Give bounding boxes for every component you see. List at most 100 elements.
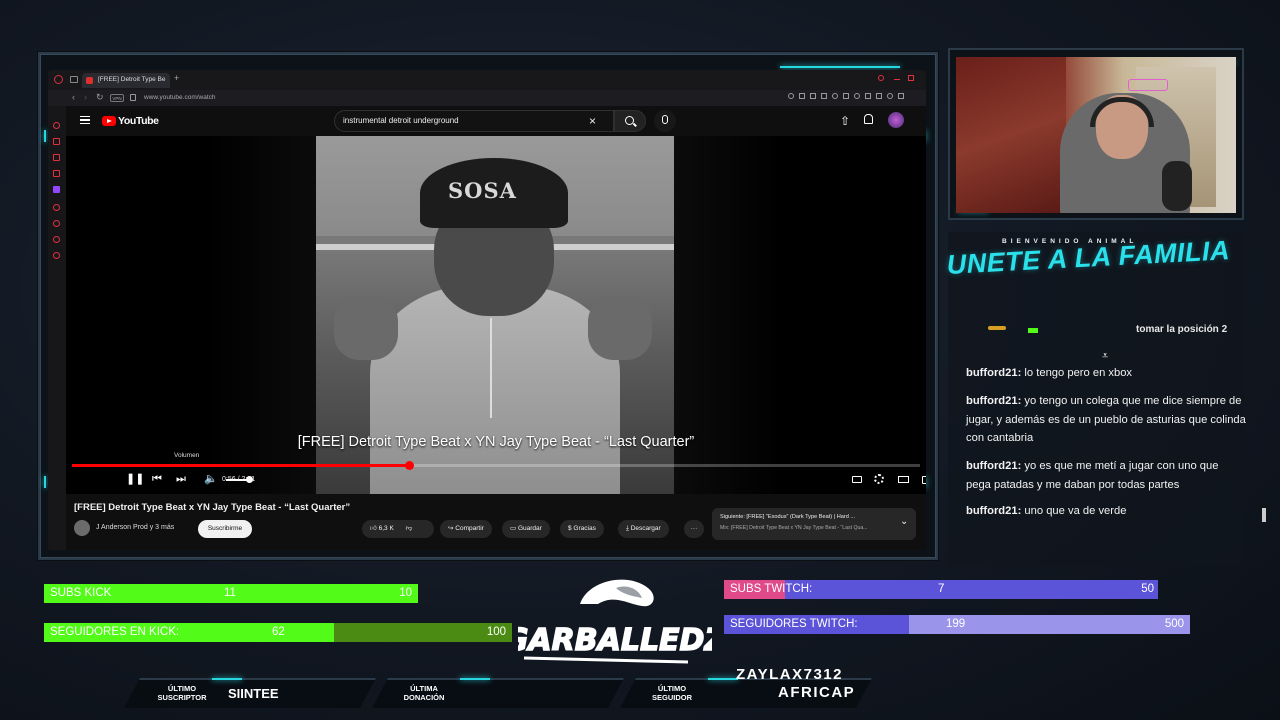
browser-window: [FREE] Detroit Type Be + ‹ › ↻ VPN www.y… [48,70,926,550]
frame-accent [44,130,46,142]
thanks-label: Gracias [573,525,596,532]
back-icon[interactable]: ‹ [72,92,75,102]
maximize-icon[interactable] [908,75,914,81]
sidebar-app-icon[interactable] [53,236,60,243]
settings-icon[interactable] [53,252,60,259]
last-subscriber-value: SIINTEE [228,686,279,701]
pause-icon[interactable]: ❚❚ [126,474,144,485]
sidebar-app-icon[interactable] [53,138,60,145]
chat-scrollbar[interactable] [1262,508,1266,522]
chat-text: uno que va de verde [1024,505,1127,517]
home-icon[interactable] [53,122,60,129]
badge-icon [1028,328,1038,333]
url-field[interactable]: www.youtube.com/watch [144,94,216,101]
extension-icon[interactable] [821,93,827,99]
subs-twitch-label: SUBS TWITCH: [730,583,813,595]
zoom-icon[interactable] [788,93,794,99]
shield-icon[interactable] [810,93,816,99]
dislike-icon[interactable]: 👎︎ [406,525,413,532]
subs-twitch-goal: 50 [1141,583,1154,595]
save-label: Guardar [517,525,542,532]
followers-kick-goal: 100 [486,626,506,638]
new-tab-icon[interactable]: + [174,73,179,83]
ai-icon[interactable] [887,93,893,99]
volume-icon[interactable]: 🔈 [204,474,218,485]
forward-icon[interactable]: › [84,92,87,102]
channel-name[interactable]: J Anderson Prod y 3 más [96,524,174,531]
play-icon[interactable] [843,93,849,99]
search-button[interactable] [614,110,646,132]
wall-left [956,57,1066,213]
chevron-down-icon[interactable]: ⌄ [900,516,908,527]
clear-search-icon[interactable]: × [589,114,596,128]
browser-tab[interactable]: [FREE] Detroit Type Be [82,73,170,88]
menu-icon[interactable] [898,93,904,99]
screenshot-icon[interactable] [799,93,805,99]
vpn-icon[interactable]: VPN [110,94,124,102]
share-button[interactable]: ↪ Compartir [440,520,492,538]
download-button[interactable]: ⤓ Descargar [618,520,669,538]
thanks-button[interactable]: $ Gracias [560,520,604,538]
avatar[interactable] [888,112,904,128]
voice-search-button[interactable] [654,110,676,132]
twitch-icon[interactable] [53,186,60,193]
history-icon[interactable] [53,220,60,227]
youtube-logo-icon[interactable] [102,116,116,126]
lock-icon [130,94,136,101]
opera-icon[interactable] [54,75,63,84]
chat-username: bufford21: [966,367,1022,379]
last-follower-label-line2: SEGUIDOR [651,693,692,702]
chat-text: lo tengo pero en xbox [1024,367,1133,379]
chat-message: bufford21: lo tengo pero en xbox [966,364,1246,383]
channel-avatar[interactable] [74,520,90,536]
settings-icon[interactable] [876,93,882,99]
miniplayer-icon[interactable] [898,476,909,483]
youtube-header: YouTube instrumental detroit underground… [66,106,926,136]
followers-twitch-goal: 500 [1164,618,1184,630]
youtube-favicon-icon [86,77,93,84]
chat-message: bufford21: uno que va de verde [966,502,1246,521]
search-tabs-icon[interactable] [878,75,884,81]
last-donation-label: ÚLTIMA DONACIÓN [386,684,462,702]
subtitles-icon[interactable] [852,476,862,483]
menu-icon[interactable] [80,116,90,124]
upload-icon[interactable]: ⇧ [840,114,850,128]
followers-twitch-goal-bar: SEGUIDORES TWITCH: 199 500 [724,615,1190,634]
strip-accent [212,678,242,680]
cast-icon[interactable] [922,476,926,484]
previous-icon[interactable]: ⏮ [152,474,162,485]
person-fist-left [334,296,398,360]
sidebar-app-icon[interactable] [53,154,60,161]
save-button[interactable]: ▭ Guardar [502,520,550,538]
subscribe-button[interactable]: Suscribirme [198,520,252,538]
up-next-mix: Mix: [FREE] Detroit Type Beat x YN Jay T… [720,525,868,531]
share-icon[interactable] [832,93,838,99]
last-follower-label-line1: ÚLTIMO [657,684,687,693]
next-icon[interactable]: ⏭ [176,474,186,485]
sidebar-app-icon[interactable] [53,204,60,211]
reload-icon[interactable]: ↻ [96,92,104,103]
video-player[interactable]: SOSA [FREE] Detroit Type Beat x YN Jay T… [66,136,926,494]
up-next-box[interactable]: Siguiente: [FREE] “Exodus” (Dark Type Be… [712,508,916,540]
sidebar-app-icon[interactable] [53,170,60,177]
person-fist-right [588,296,652,360]
toolbar-icons [788,93,918,103]
youtube-logo-text[interactable]: YouTube [118,115,159,127]
person-beanie: SOSA [420,158,568,228]
time-display: 0:56 / 2:21 [222,476,256,483]
like-count[interactable]: 6,3 K [379,525,394,532]
tabs-icon[interactable] [70,76,78,83]
search-input[interactable]: instrumental detroit underground × [334,110,614,132]
notifications-icon[interactable] [864,114,873,124]
like-icon[interactable]: 👍︎ [370,525,379,532]
download-icon[interactable] [865,93,871,99]
minimize-icon[interactable] [894,79,900,80]
progress-scrubber[interactable] [405,461,414,470]
more-actions-icon[interactable]: ··· [684,520,704,538]
video-title: [FREE] Detroit Type Beat x YN Jay Type B… [74,502,351,513]
scroll-down-icon[interactable]: ⩡ [1102,350,1108,363]
heart-icon[interactable] [854,93,860,99]
frame-accent [44,476,46,488]
settings-icon[interactable] [874,474,884,484]
strip-accent [708,678,738,680]
